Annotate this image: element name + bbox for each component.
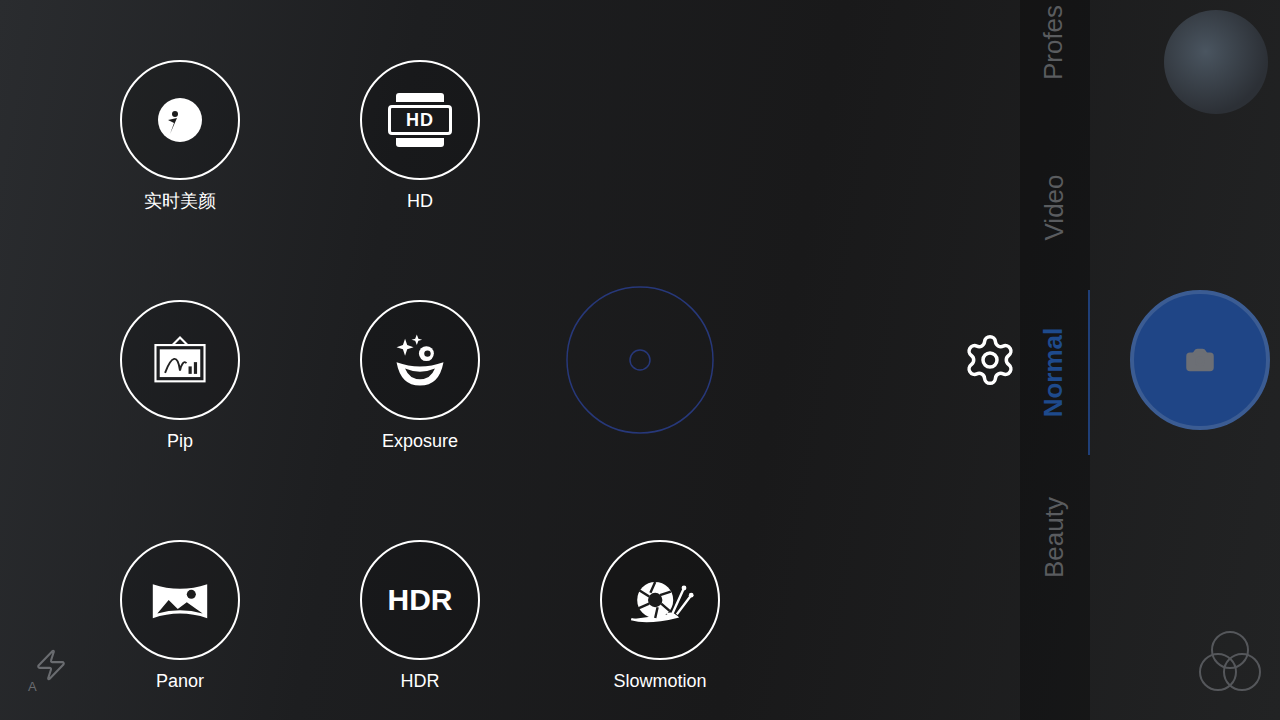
mode-button[interactable]: 实时美颜: [120, 60, 240, 212]
mode-button[interactable]: HD HD: [360, 60, 480, 212]
mode-label: HDR: [401, 670, 440, 692]
camera-mode-label: Beauty: [1039, 497, 1070, 578]
mode-label: Pip: [167, 430, 193, 452]
shutter-button[interactable]: [1130, 290, 1270, 430]
camera-icon: [1185, 345, 1215, 375]
mode-label: Slowmotion: [613, 670, 706, 692]
filter-button[interactable]: [1194, 626, 1266, 698]
hd-icon-text: HD: [388, 105, 452, 135]
camera-screen: 实时美颜 HD HD Pip Exposure Panor HDR HDR Slowmotion…: [0, 0, 1280, 720]
filter-circles-icon: [1194, 626, 1266, 698]
mode-circle[interactable]: [120, 300, 240, 420]
flash-mode-text: A: [28, 680, 37, 694]
camera-mode-item[interactable]: Profes: [1020, 0, 1090, 125]
camera-mode-label: Profes: [1039, 5, 1070, 80]
mode-row: Pip Exposure: [120, 300, 960, 452]
mode-row: 实时美颜 HD HD: [120, 60, 960, 212]
picture-frame-icon: [148, 328, 212, 392]
camera-mode-label: Normal: [1039, 328, 1070, 418]
gallery-thumbnail[interactable]: [1164, 10, 1268, 114]
capture-column: [1090, 0, 1280, 720]
mode-circle[interactable]: [120, 60, 240, 180]
settings-column: [960, 0, 1020, 720]
mode-circle[interactable]: HD: [360, 60, 480, 180]
snail-aperture-icon: [624, 564, 696, 636]
camera-mode-item[interactable]: Normal: [1020, 290, 1090, 455]
settings-gear-icon[interactable]: [962, 332, 1018, 388]
mode-circle[interactable]: HDR: [360, 540, 480, 660]
mode-label: HD: [407, 190, 433, 212]
mode-row: Panor HDR HDR Slowmotion: [120, 540, 960, 692]
hdr-icon: HDR: [388, 583, 453, 617]
beauty-icon: [150, 90, 210, 150]
mode-button[interactable]: Pip: [120, 300, 240, 452]
mode-circle[interactable]: [120, 540, 240, 660]
mode-button[interactable]: Panor: [120, 540, 240, 692]
mode-label: Panor: [156, 670, 204, 692]
camera-mode-item[interactable]: Video: [1020, 125, 1090, 290]
flash-button[interactable]: A: [28, 648, 68, 694]
mode-grid: 实时美颜 HD HD Pip Exposure Panor HDR HDR Slowmotion: [0, 0, 960, 720]
focus-ring-icon: [565, 285, 715, 435]
hd-icon: HD: [388, 93, 452, 147]
mode-circle[interactable]: [360, 300, 480, 420]
camera-mode-strip[interactable]: Profes Video Normal Beauty: [1020, 0, 1090, 720]
camera-mode-item[interactable]: Beauty: [1020, 455, 1090, 620]
mode-button[interactable]: Slowmotion: [600, 540, 720, 692]
mode-circle[interactable]: [600, 540, 720, 660]
panorama-icon: [146, 566, 214, 634]
mode-button[interactable]: HDR HDR: [360, 540, 480, 692]
mode-button[interactable]: Exposure: [360, 300, 480, 452]
clown-face-icon: [388, 328, 452, 392]
flash-icon: [34, 648, 68, 682]
mode-label: Exposure: [382, 430, 458, 452]
mode-label: 实时美颜: [144, 190, 216, 212]
camera-mode-label: Video: [1039, 174, 1070, 240]
focus-ring: [565, 285, 715, 435]
